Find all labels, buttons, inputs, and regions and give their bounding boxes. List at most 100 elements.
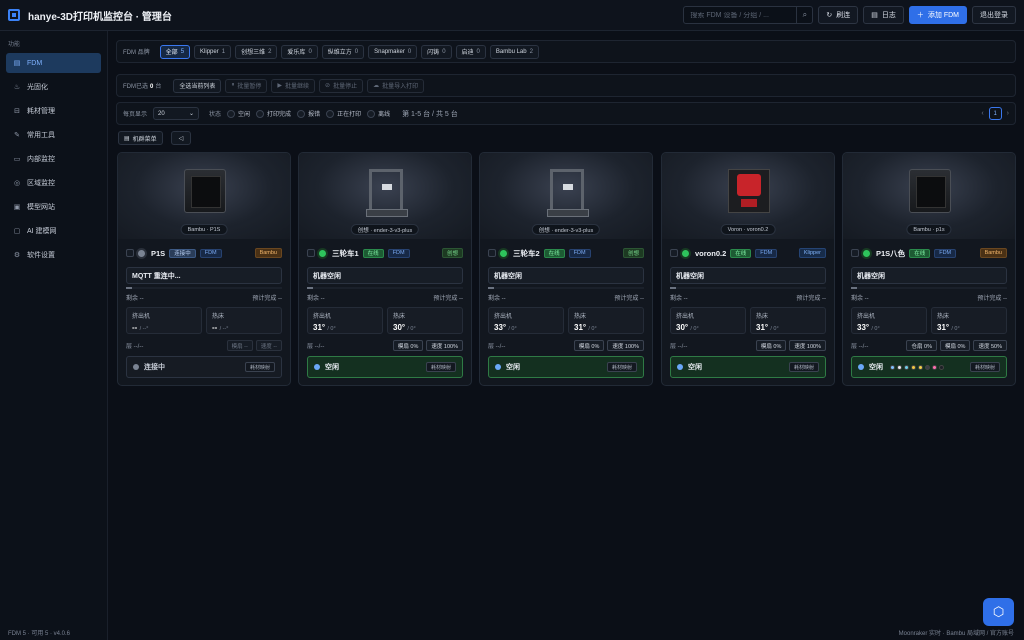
sidebar-item-2[interactable]: ⊟ 耗材管理	[6, 101, 101, 121]
sidebar-item-5[interactable]: ◎ 区域监控	[6, 173, 101, 193]
sidebar-item-0[interactable]: ▤ FDM	[6, 53, 101, 73]
card-header: P1S 连接中 FDM Bambu	[118, 243, 290, 263]
control-pill[interactable]: 模扇 0%	[939, 340, 971, 351]
sidebar-item-7[interactable]: ▢ AI 建模网	[6, 221, 101, 241]
filament-swatch	[904, 364, 909, 370]
brand-chip[interactable]: 全部 5	[159, 44, 191, 59]
printer-status: 空闲 耗材映射	[670, 356, 826, 378]
nozzle-temp-box: 挤出机 31° / 0°	[307, 307, 383, 334]
selection-prefix: FDM已选	[123, 84, 148, 90]
control-pill[interactable]: 速度 100%	[607, 340, 644, 351]
batch-action-button[interactable]: ▶ 批量继续	[271, 78, 316, 93]
model-tag: 创想 · ender-3-v3-plus	[350, 224, 420, 235]
remaining-time: 剩余 --	[488, 296, 506, 302]
select-checkbox[interactable]	[307, 249, 315, 257]
filament-mapping-button[interactable]: 耗材映射	[969, 362, 1000, 372]
sidebar-item-6[interactable]: ▣ 模型网站	[6, 197, 101, 217]
nozzle-temp-target: / 0°	[508, 326, 517, 332]
progress-bar	[851, 287, 1007, 289]
page-info: 第 1-5 台 / 共 5 台	[402, 110, 458, 118]
status-message: 机器空闲	[307, 267, 463, 284]
next-page-icon[interactable]: ›	[1007, 110, 1009, 117]
brand-chip[interactable]: Bambu Lab 2	[489, 44, 539, 59]
status-message: 机器空闲	[670, 267, 826, 284]
brand-chip[interactable]: Snapmaker 0	[368, 44, 418, 59]
control-pill[interactable]: 模扇 --	[226, 340, 253, 351]
bed-temp-current: 30°	[393, 323, 406, 332]
nozzle-temp-label: 挤出机	[676, 314, 695, 320]
connection-badge: 在线	[543, 248, 565, 258]
select-checkbox[interactable]	[488, 249, 496, 257]
sidebar-item-4[interactable]: ▭ 内部监控	[6, 149, 101, 169]
time-row: 剩余 -- 预计完成 --	[851, 293, 1007, 302]
brand-chip-name: 启迪	[461, 50, 474, 56]
mute-toggle-button[interactable]: ◁	[171, 131, 191, 145]
brand-chip[interactable]: 爱乐库 0	[281, 44, 318, 59]
sidebar-item-1[interactable]: ♨ 光固化	[6, 77, 101, 97]
chevron-down-icon: ⌄	[188, 111, 195, 117]
per-page-select[interactable]: 20 ⌄	[153, 107, 200, 120]
nozzle-temp-label: 挤出机	[857, 314, 876, 320]
group-menu-button[interactable]: ▤ 机群菜单	[118, 131, 163, 145]
control-pill[interactable]: 速度 --	[255, 340, 282, 351]
search-icon[interactable]: ⌕	[796, 7, 812, 23]
brand-chip[interactable]: 创想三维 2	[235, 44, 278, 59]
filament-swatch	[925, 364, 930, 370]
refresh-button[interactable]: ↻ 刷连	[818, 6, 859, 24]
select-checkbox[interactable]	[851, 249, 859, 257]
printer-image: Voron · voron0.2	[662, 153, 834, 239]
settings-icon: ⚙	[13, 252, 21, 259]
state-filter-radio[interactable]: 正在打印	[326, 109, 361, 118]
control-pill[interactable]: 模扇 0%	[755, 340, 787, 351]
sidebar-item-label: 区域监控	[27, 180, 55, 187]
filament-mapping-button[interactable]: 耗材映射	[788, 362, 819, 372]
state-filter-radio[interactable]: 离线	[367, 109, 390, 118]
log-button[interactable]: ▤ 日志	[863, 6, 904, 24]
layer-row: 层 --/-- 模扇 0% 速度 100%	[307, 340, 463, 351]
control-pill[interactable]: 模扇 0%	[392, 340, 424, 351]
printer-icon: ▤	[13, 60, 21, 67]
progress-bar	[307, 287, 463, 289]
filament-mapping-button[interactable]: 耗材映射	[606, 362, 637, 372]
logout-button[interactable]: 退出登录	[972, 6, 1016, 24]
layer-info: 层 --/--	[126, 344, 144, 350]
state-filter-radio[interactable]: 空闲	[227, 109, 250, 118]
filament-mapping-button[interactable]: 耗材映射	[244, 362, 275, 372]
bed-temp-current: 31°	[574, 323, 587, 332]
current-page-button[interactable]: 1	[988, 107, 1002, 120]
batch-action-button[interactable]: ☁ 批量导入打印	[367, 78, 425, 93]
nozzle-temp-label: 挤出机	[132, 314, 151, 320]
cube-fab-button[interactable]: ⬡	[983, 598, 1014, 626]
filament-swatch	[897, 364, 902, 370]
control-pill[interactable]: 仓扇 0%	[906, 340, 937, 351]
add-fdm-button[interactable]: ＋添加 FDM	[908, 6, 967, 24]
batch-action-button[interactable]: ⏸ 批量暂停	[225, 78, 268, 93]
select-checkbox[interactable]	[670, 249, 678, 257]
control-pill[interactable]: 速度 100%	[426, 340, 463, 351]
sidebar-item-8[interactable]: ⚙ 软件设置	[6, 245, 101, 265]
search-input[interactable]	[684, 11, 797, 19]
sidebar-item-3[interactable]: ✎ 常用工具	[6, 125, 101, 145]
brand-chip[interactable]: Klipper 1	[194, 44, 232, 59]
status-message: MQTT 重连中...	[126, 267, 282, 284]
brand-chip[interactable]: 纵维立方 0	[321, 44, 365, 59]
control-pill[interactable]: 模扇 0%	[573, 340, 605, 351]
control-pill[interactable]: 速度 50%	[973, 340, 1007, 351]
sidebar-item-label: 常用工具	[27, 132, 55, 139]
status-indicator	[314, 364, 320, 370]
filament-mapping-button[interactable]: 耗材映射	[425, 362, 456, 372]
sidebar: 功能 ▤ FDM ♨ 光固化 ⊟ 耗材管理 ✎ 常用工具 ▭ 内部监控 ◎ 区域监控 ▣ 模型网站 ▢ AI …	[0, 31, 108, 640]
brand-chip[interactable]: 闪铸 0	[421, 44, 452, 59]
control-pill[interactable]: 速度 100%	[789, 340, 826, 351]
location-icon: ◎	[13, 180, 21, 187]
select-checkbox[interactable]	[126, 249, 134, 257]
select-all-button[interactable]: 全选当前列表	[173, 78, 222, 93]
brand-chip-count: 0	[407, 48, 412, 55]
prev-page-icon[interactable]: ‹	[981, 110, 983, 117]
nozzle-temp-box: 挤出机 33° / 0°	[488, 307, 564, 334]
status-message: 机器空闲	[488, 267, 644, 284]
state-filter-radio[interactable]: 打印完成	[256, 109, 291, 118]
batch-action-button[interactable]: ⊘ 批量停止	[319, 78, 364, 93]
brand-chip[interactable]: 启迪 0	[455, 44, 486, 59]
state-filter-radio[interactable]: 报错	[297, 109, 320, 118]
